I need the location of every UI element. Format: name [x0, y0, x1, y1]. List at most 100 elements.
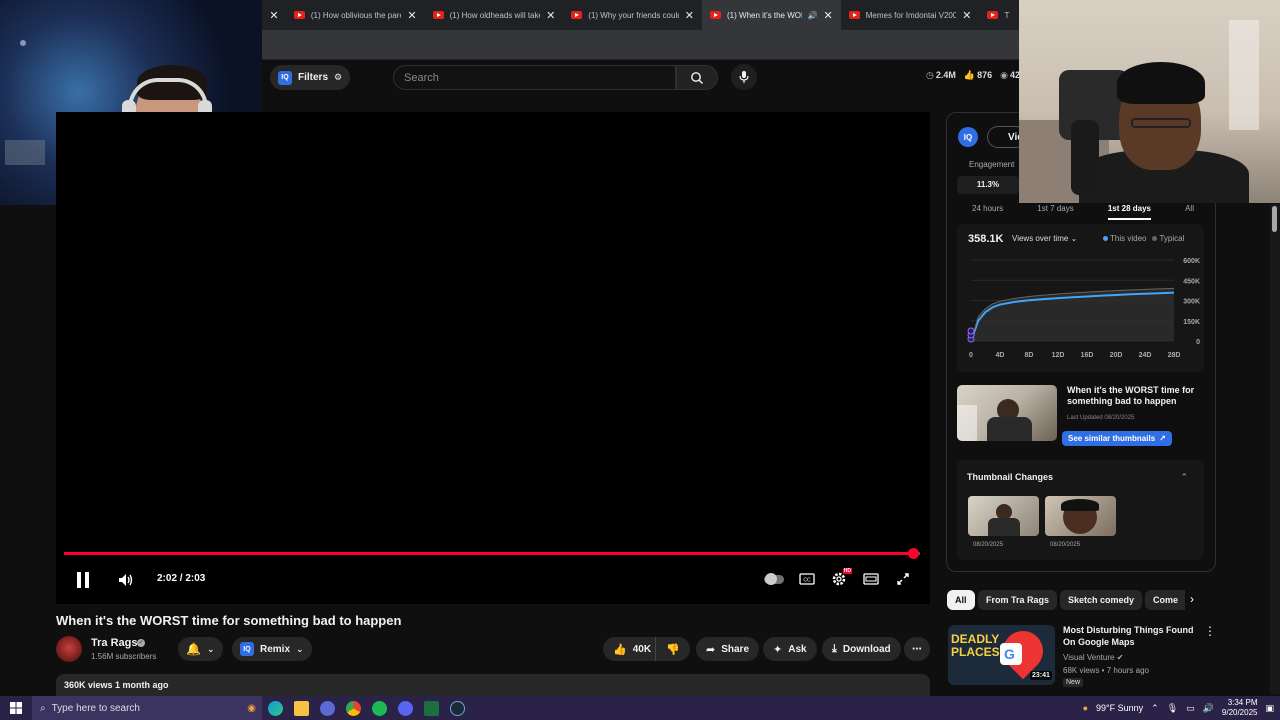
clock[interactable]: 3:34 PM 9/20/2025 [1222, 698, 1258, 718]
fullscreen-button[interactable] [892, 569, 914, 589]
download-button[interactable]: ⤓ Download [822, 637, 901, 661]
share-button[interactable]: ➦ Share [696, 637, 760, 661]
close-icon[interactable]: ✕ [407, 9, 416, 22]
search-button[interactable] [676, 65, 718, 90]
y-tick-label: 600K [1183, 258, 1200, 265]
chip-from-channel[interactable]: From Tra Rags [978, 590, 1058, 610]
x-tick-label: 0 [969, 352, 973, 359]
browser-tab[interactable]: (1) How oldheads will take ✕ [425, 0, 564, 30]
network-icon[interactable]: ▭ [1186, 703, 1195, 714]
series-typical-area [971, 288, 1174, 341]
video-thumbnail[interactable] [957, 385, 1057, 441]
filters-button[interactable]: IQ Filters ⚙ [270, 65, 351, 90]
channel-avatar[interactable] [56, 636, 82, 662]
browser-tab-active[interactable]: (1) When it's the WORST 🔊 ✕ [702, 0, 841, 30]
tab-first-28-days[interactable]: 1st 28 days [1107, 204, 1151, 220]
theater-mode-button[interactable] [860, 570, 882, 588]
settings-button[interactable]: HD [828, 568, 852, 590]
thumbnail-version[interactable] [1045, 496, 1116, 536]
tab-24-hours[interactable]: 24 hours [972, 204, 1003, 220]
video-progress-bar[interactable] [64, 548, 920, 559]
page-scrollbar[interactable] [1270, 204, 1280, 694]
x-tick-label: 4D [996, 352, 1005, 359]
ask-button[interactable]: ✦ Ask [763, 637, 817, 661]
video-info-card: When it's the WORST time for something b… [957, 385, 1204, 446]
legend-this-video: This video [1103, 234, 1146, 243]
thumbnail-changes-title: Thumbnail Changes [967, 472, 1054, 482]
thumbnail-date: 08/20/2025 [973, 542, 1004, 548]
video-player[interactable] [56, 112, 930, 604]
more-vertical-icon[interactable]: ⋮ [1204, 624, 1216, 638]
chip-comedy[interactable]: Come [1145, 590, 1185, 610]
vivaldi-icon[interactable] [314, 696, 340, 720]
recommended-title[interactable]: Most Disturbing Things Found On Google M… [1063, 624, 1198, 648]
autoplay-toggle[interactable] [763, 572, 785, 586]
chip-all[interactable]: All [947, 590, 975, 610]
close-icon[interactable]: ✕ [824, 9, 833, 22]
chip-sketch-comedy[interactable]: Sketch comedy [1060, 590, 1143, 610]
x-tick-label: 20D [1110, 352, 1123, 359]
chevron-down-icon: ⌄ [206, 643, 215, 654]
new-badge: New [1063, 678, 1084, 687]
youtube-favicon-icon [710, 11, 722, 19]
y-tick-label: 150K [1183, 319, 1200, 326]
captions-button[interactable]: CC [796, 570, 818, 588]
engagement-value: 11.3% [957, 176, 1019, 194]
close-icon[interactable]: ✕ [685, 9, 694, 22]
steam-icon[interactable] [444, 696, 470, 720]
browser-tab[interactable]: T [979, 0, 1019, 30]
close-icon[interactable]: ✕ [546, 9, 555, 22]
close-icon[interactable]: ✕ [962, 9, 971, 22]
metric-dropdown[interactable]: Views over time ⌄ [1012, 234, 1077, 243]
microphone-icon [739, 71, 749, 83]
chevron-down-icon: ⌄ [296, 643, 304, 654]
browser-tab[interactable]: Memes for Imdontai V200 ✕ [841, 0, 980, 30]
comment-icon: ◉ [1000, 70, 1008, 80]
chrome-icon[interactable] [340, 696, 366, 720]
chevron-up-icon[interactable]: ⌃ [1180, 472, 1188, 483]
browser-tab[interactable]: (1) Why your friends could ✕ [563, 0, 702, 30]
recommended-channel[interactable]: Visual Venture ✔ [1063, 653, 1123, 662]
excel-icon[interactable] [418, 696, 444, 720]
chevron-right-icon[interactable]: › [1190, 592, 1194, 606]
volume-button[interactable] [115, 569, 137, 591]
notifications-icon[interactable]: ▣ [1265, 703, 1274, 714]
microphone-icon[interactable]: 🎙 [1167, 703, 1178, 714]
start-button[interactable] [0, 696, 32, 720]
youtube-favicon-icon [571, 11, 583, 19]
channel-name[interactable]: Tra Rags [91, 637, 137, 649]
speaker-icon[interactable]: 🔊 [808, 11, 818, 20]
thumbnail-version[interactable] [968, 496, 1039, 536]
browser-tab[interactable]: (1) How oblivious the parents ✕ [286, 0, 425, 30]
chevron-up-icon[interactable]: ⌃ [1151, 703, 1159, 714]
description-box[interactable]: 360K views 1 month ago [56, 674, 930, 696]
volume-icon[interactable]: 🔊 [1203, 703, 1214, 714]
thumbnail-change-marker[interactable] [967, 327, 975, 335]
tab-first-7-days[interactable]: 1st 7 days [1037, 204, 1073, 220]
x-tick-label: 16D [1081, 352, 1094, 359]
edge-icon[interactable] [262, 696, 288, 720]
spotify-icon[interactable] [366, 696, 392, 720]
dislike-button[interactable]: 👎 [655, 637, 690, 661]
tab-close-button[interactable]: ✕ [262, 0, 286, 30]
notifications-button[interactable]: 🔔 ⌄ [178, 637, 223, 661]
discord-icon[interactable] [392, 696, 418, 720]
like-button[interactable]: 👍 40K [603, 637, 662, 661]
clock-icon: ◷ [926, 70, 934, 80]
search-box[interactable] [393, 65, 676, 90]
more-actions-button[interactable]: ⋯ [904, 637, 930, 661]
file-explorer-icon[interactable] [288, 696, 314, 720]
hd-badge: HD [842, 568, 852, 574]
iq-logo-icon: IQ [240, 642, 254, 656]
see-similar-thumbnails-button[interactable]: See similar thumbnails ↗ [1062, 431, 1172, 446]
views-and-date: 360K views 1 month ago [64, 680, 169, 690]
pause-button[interactable] [72, 569, 94, 591]
voice-search-button[interactable] [731, 64, 757, 90]
search-input[interactable] [404, 71, 675, 84]
tab-all[interactable]: All [1185, 204, 1194, 220]
weather-text[interactable]: 99°F Sunny [1096, 703, 1143, 713]
scrollbar-thumb[interactable] [1272, 206, 1277, 232]
x-tick-label: 12D [1052, 352, 1065, 359]
taskbar-search[interactable]: ⌕ Type here to search ◉ [32, 696, 262, 720]
remix-button[interactable]: IQ Remix ⌄ [232, 637, 312, 661]
